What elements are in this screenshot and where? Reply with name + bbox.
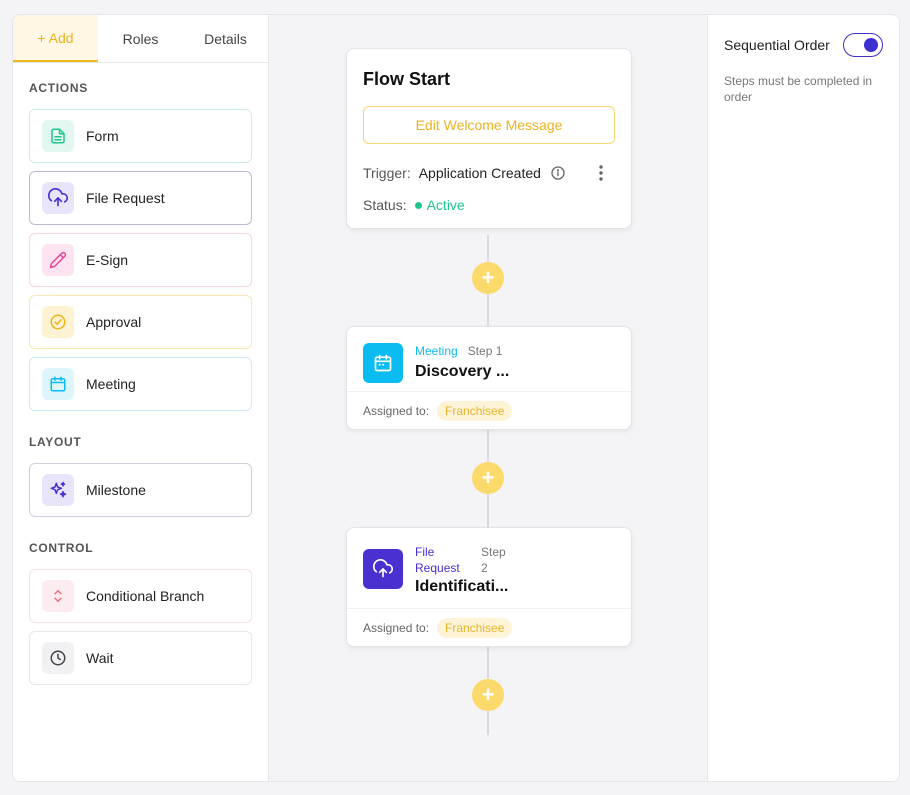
step-meta-line: File Request Step 2 xyxy=(415,544,508,576)
workflow-builder: + Add Roles Details ACTIONS Form File Re… xyxy=(12,14,900,782)
step-number: Step 2 xyxy=(481,544,506,576)
step-number-line: Step xyxy=(481,545,506,559)
tab-roles[interactable]: Roles xyxy=(98,15,183,62)
control-item-wait[interactable]: Wait xyxy=(29,631,252,685)
trigger-row: Trigger: Application Created xyxy=(363,163,631,183)
status-dot xyxy=(414,201,422,209)
upload-cloud-icon xyxy=(363,549,403,589)
step-type: File Request xyxy=(415,544,471,576)
control-item-label: Conditional Branch xyxy=(86,588,205,604)
action-item-label: Form xyxy=(86,128,119,144)
layout-item-label: Milestone xyxy=(86,482,146,498)
trigger-value: Application Created xyxy=(418,165,541,181)
sparkle-icon xyxy=(42,474,74,506)
step-card-header: File Request Step 2 Identificati... xyxy=(347,528,631,596)
step-number: Step 1 xyxy=(467,344,503,358)
status-label: Status: xyxy=(363,197,407,213)
action-item-e-sign[interactable]: E-Sign xyxy=(29,233,252,287)
status-row: Status: Active xyxy=(363,195,631,215)
edit-welcome-message-button[interactable]: Edit Welcome Message xyxy=(363,106,615,144)
layout-item-milestone[interactable]: Milestone xyxy=(29,463,252,517)
kebab-menu-icon[interactable] xyxy=(591,163,611,183)
add-panel: + Add Roles Details ACTIONS Form File Re… xyxy=(13,15,269,781)
step-assignment: Assigned to: Franchisee xyxy=(347,608,631,646)
status-value: Active xyxy=(426,197,465,213)
info-icon[interactable] xyxy=(550,165,566,181)
actions-list: Form File Request E-Sign Approval Meetin… xyxy=(13,109,268,411)
assignee-chip: Franchisee xyxy=(437,617,513,638)
step-type-line: Request xyxy=(415,561,460,575)
step-number-line: 2 xyxy=(481,561,488,575)
action-item-approval[interactable]: Approval xyxy=(29,295,252,349)
control-list: Conditional Branch Wait xyxy=(13,569,268,685)
step-type-line: File xyxy=(415,545,435,559)
calendar-icon xyxy=(363,343,403,383)
assigned-label: Assigned to: xyxy=(363,403,430,418)
sequential-order-help: Steps must be completed in order xyxy=(724,74,873,104)
step-meta-line: Meeting Step 1 xyxy=(415,343,509,359)
panel-tabs: + Add Roles Details xyxy=(13,15,268,63)
tab-add[interactable]: + Add xyxy=(13,15,98,62)
upload-cloud-icon xyxy=(42,182,74,214)
control-item-conditional-branch[interactable]: Conditional Branch xyxy=(29,569,252,623)
section-control-label: CONTROL xyxy=(29,541,94,555)
step-meta: File Request Step 2 Identificati... xyxy=(415,544,508,596)
add-step-button-2[interactable]: + xyxy=(472,462,504,494)
action-item-label: File Request xyxy=(86,190,165,206)
step-meta: Meeting Step 1 Discovery ... xyxy=(415,343,509,383)
sequential-order-toggle[interactable] xyxy=(843,33,883,57)
action-item-label: E-Sign xyxy=(86,252,129,268)
form-icon xyxy=(42,120,74,152)
layout-list: Milestone xyxy=(13,463,268,517)
step-name: Discovery ... xyxy=(415,363,510,380)
flow-canvas: Flow Start Edit Welcome Message Trigger:… xyxy=(269,15,707,781)
tab-details[interactable]: Details xyxy=(183,15,268,62)
branch-arrows-icon xyxy=(42,580,74,612)
settings-panel: Sequential Order Steps must be completed… xyxy=(707,15,899,781)
check-circle-icon xyxy=(42,306,74,338)
step-type: Meeting xyxy=(415,344,458,358)
action-item-meeting[interactable]: Meeting xyxy=(29,357,252,411)
clock-icon xyxy=(42,642,74,674)
action-item-label: Meeting xyxy=(86,376,136,392)
action-item-label: Approval xyxy=(86,314,142,330)
flow-start-title: Flow Start xyxy=(363,69,451,89)
sequential-order-label: Sequential Order xyxy=(724,37,830,53)
assigned-label: Assigned to: xyxy=(363,620,430,635)
calendar-icon xyxy=(42,368,74,400)
action-item-form[interactable]: Form xyxy=(29,109,252,163)
step-card-1[interactable]: Meeting Step 1 Discovery ... Assigned to… xyxy=(346,326,632,430)
sequential-order-row: Sequential Order xyxy=(724,33,883,57)
control-item-label: Wait xyxy=(86,650,114,666)
assignee-chip: Franchisee xyxy=(437,400,513,421)
section-layout-label: LAYOUT xyxy=(29,435,82,449)
pencil-icon xyxy=(42,244,74,276)
step-card-header: Meeting Step 1 Discovery ... xyxy=(347,327,631,383)
add-step-button-3[interactable]: + xyxy=(472,679,504,711)
toggle-knob xyxy=(864,38,878,52)
action-item-file-request[interactable]: File Request xyxy=(29,171,252,225)
trigger-label: Trigger: xyxy=(363,165,411,181)
step-assignment: Assigned to: Franchisee xyxy=(347,391,631,429)
flow-start-card[interactable]: Flow Start Edit Welcome Message Trigger:… xyxy=(346,48,632,229)
step-card-2[interactable]: File Request Step 2 Identificati... Assi… xyxy=(346,527,632,647)
step-name: Identificati... xyxy=(415,578,509,595)
section-actions-label: ACTIONS xyxy=(29,81,88,95)
add-step-button-1[interactable]: + xyxy=(472,262,504,294)
